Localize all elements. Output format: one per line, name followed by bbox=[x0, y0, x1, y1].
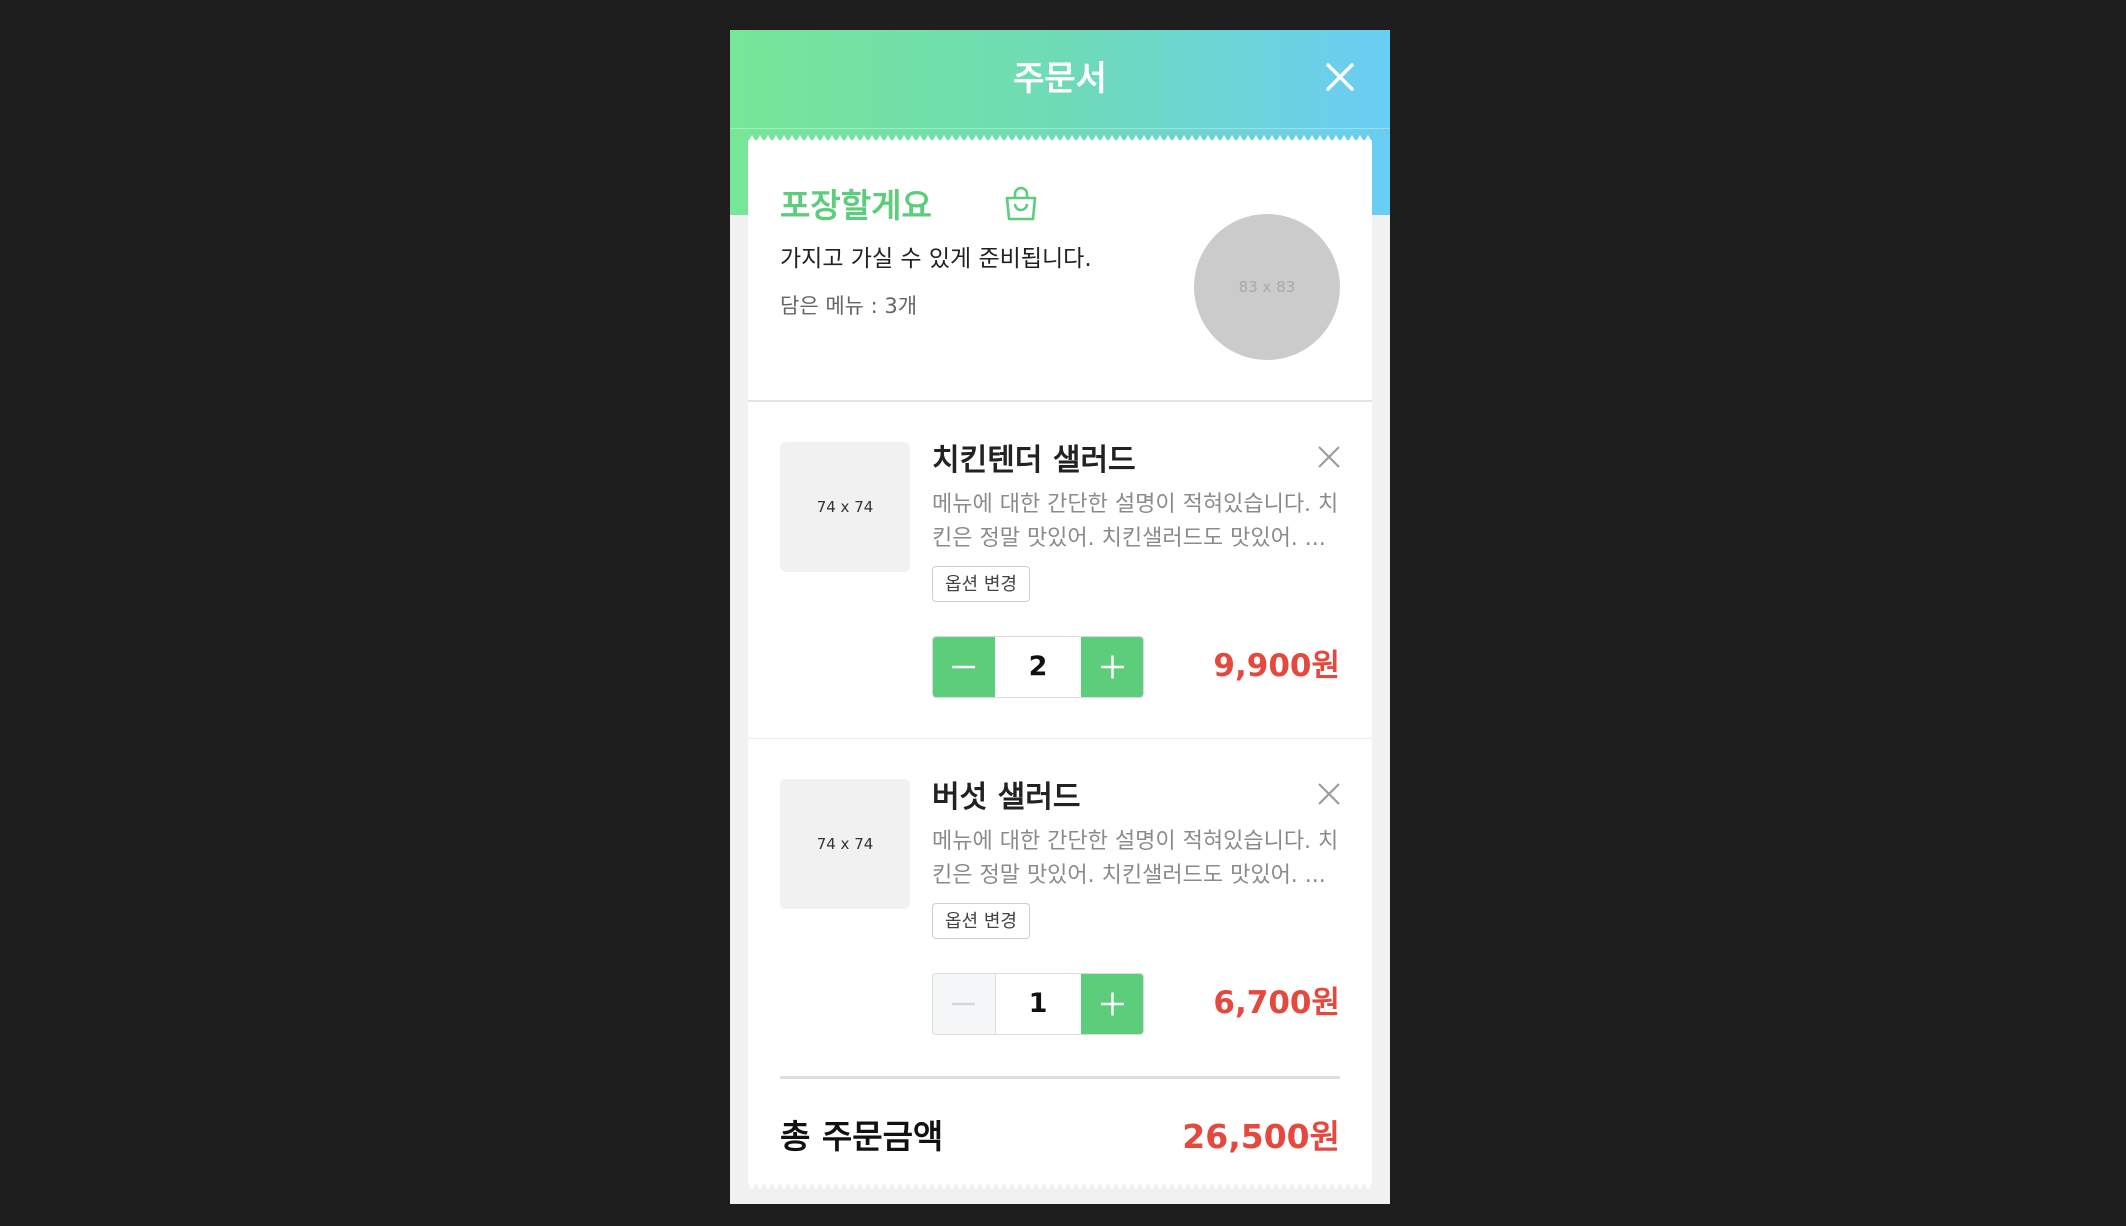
takeout-title: 포장할게요 bbox=[780, 186, 932, 225]
total-label: 총 주문금액 bbox=[780, 1117, 944, 1156]
takeout-section: 포장할게요 가지고 가실 수 있게 준비됩니다. 담은 메뉴 : 3개 83 x… bbox=[748, 140, 1372, 402]
item-thumbnail: 74 x 74 bbox=[780, 779, 910, 909]
cart-item: 74 x 74 버섯 샐러드 메뉴에 대한 간단한 설명이 적혀있습니다. 치 … bbox=[748, 739, 1372, 1059]
item-description: 메뉴에 대한 간단한 설명이 적혀있습니다. 치 킨은 정말 맛있어. 치킨샐러… bbox=[932, 829, 1339, 888]
remove-item-button[interactable] bbox=[1316, 444, 1342, 470]
plus-icon bbox=[1101, 992, 1124, 1016]
remove-item-button[interactable] bbox=[1316, 781, 1342, 807]
receipt-bottom-edge bbox=[748, 1183, 1372, 1190]
shopping-bag-icon bbox=[1005, 186, 1037, 221]
close-icon bbox=[1318, 783, 1340, 805]
change-option-button[interactable]: 옵션 변경 bbox=[932, 903, 1030, 939]
total-divider bbox=[780, 1076, 1340, 1079]
quantity-value[interactable]: 2 bbox=[995, 637, 1081, 696]
item-name: 치킨텐더 샐러드 bbox=[932, 443, 1136, 478]
item-price: 6,700원 bbox=[1213, 985, 1340, 1021]
takeout-description: 가지고 가실 수 있게 준비됩니다. bbox=[780, 246, 1092, 272]
item-thumbnail: 74 x 74 bbox=[780, 442, 910, 572]
decrease-quantity-button[interactable] bbox=[933, 974, 996, 1034]
close-button[interactable] bbox=[1318, 55, 1362, 99]
total-amount: 26,500원 bbox=[1182, 1117, 1340, 1156]
header-bar: 주문서 bbox=[730, 30, 1390, 129]
receipt-card: 포장할게요 가지고 가실 수 있게 준비됩니다. 담은 메뉴 : 3개 83 x… bbox=[748, 140, 1372, 1184]
change-option-button[interactable]: 옵션 변경 bbox=[932, 566, 1030, 602]
increase-quantity-button[interactable] bbox=[1081, 637, 1143, 697]
increase-quantity-button[interactable] bbox=[1081, 974, 1143, 1034]
quantity-stepper: 1 bbox=[932, 973, 1144, 1035]
order-sheet-screen: 주문서 포장할게요 가지고 가실 수 있게 준비됩니다. 담은 메뉴 : 3개 … bbox=[730, 30, 1390, 1204]
close-icon bbox=[1326, 63, 1354, 91]
plus-icon bbox=[1101, 655, 1124, 679]
cart-item: 74 x 74 치킨텐더 샐러드 메뉴에 대한 간단한 설명이 적혀있습니다. … bbox=[748, 402, 1372, 739]
decrease-quantity-button[interactable] bbox=[933, 637, 995, 697]
takeout-image-placeholder: 83 x 83 bbox=[1194, 214, 1340, 360]
item-description: 메뉴에 대한 간단한 설명이 적혀있습니다. 치 킨은 정말 맛있어. 치킨샐러… bbox=[932, 492, 1339, 551]
minus-icon bbox=[952, 665, 975, 669]
minus-icon bbox=[952, 1002, 975, 1006]
item-name: 버섯 샐러드 bbox=[932, 780, 1081, 815]
item-price: 9,900원 bbox=[1213, 648, 1340, 684]
close-icon bbox=[1318, 446, 1340, 468]
menu-count: 담은 메뉴 : 3개 bbox=[780, 294, 918, 318]
page-title: 주문서 bbox=[1013, 59, 1107, 99]
quantity-value[interactable]: 1 bbox=[995, 974, 1081, 1033]
quantity-stepper: 2 bbox=[932, 636, 1144, 698]
